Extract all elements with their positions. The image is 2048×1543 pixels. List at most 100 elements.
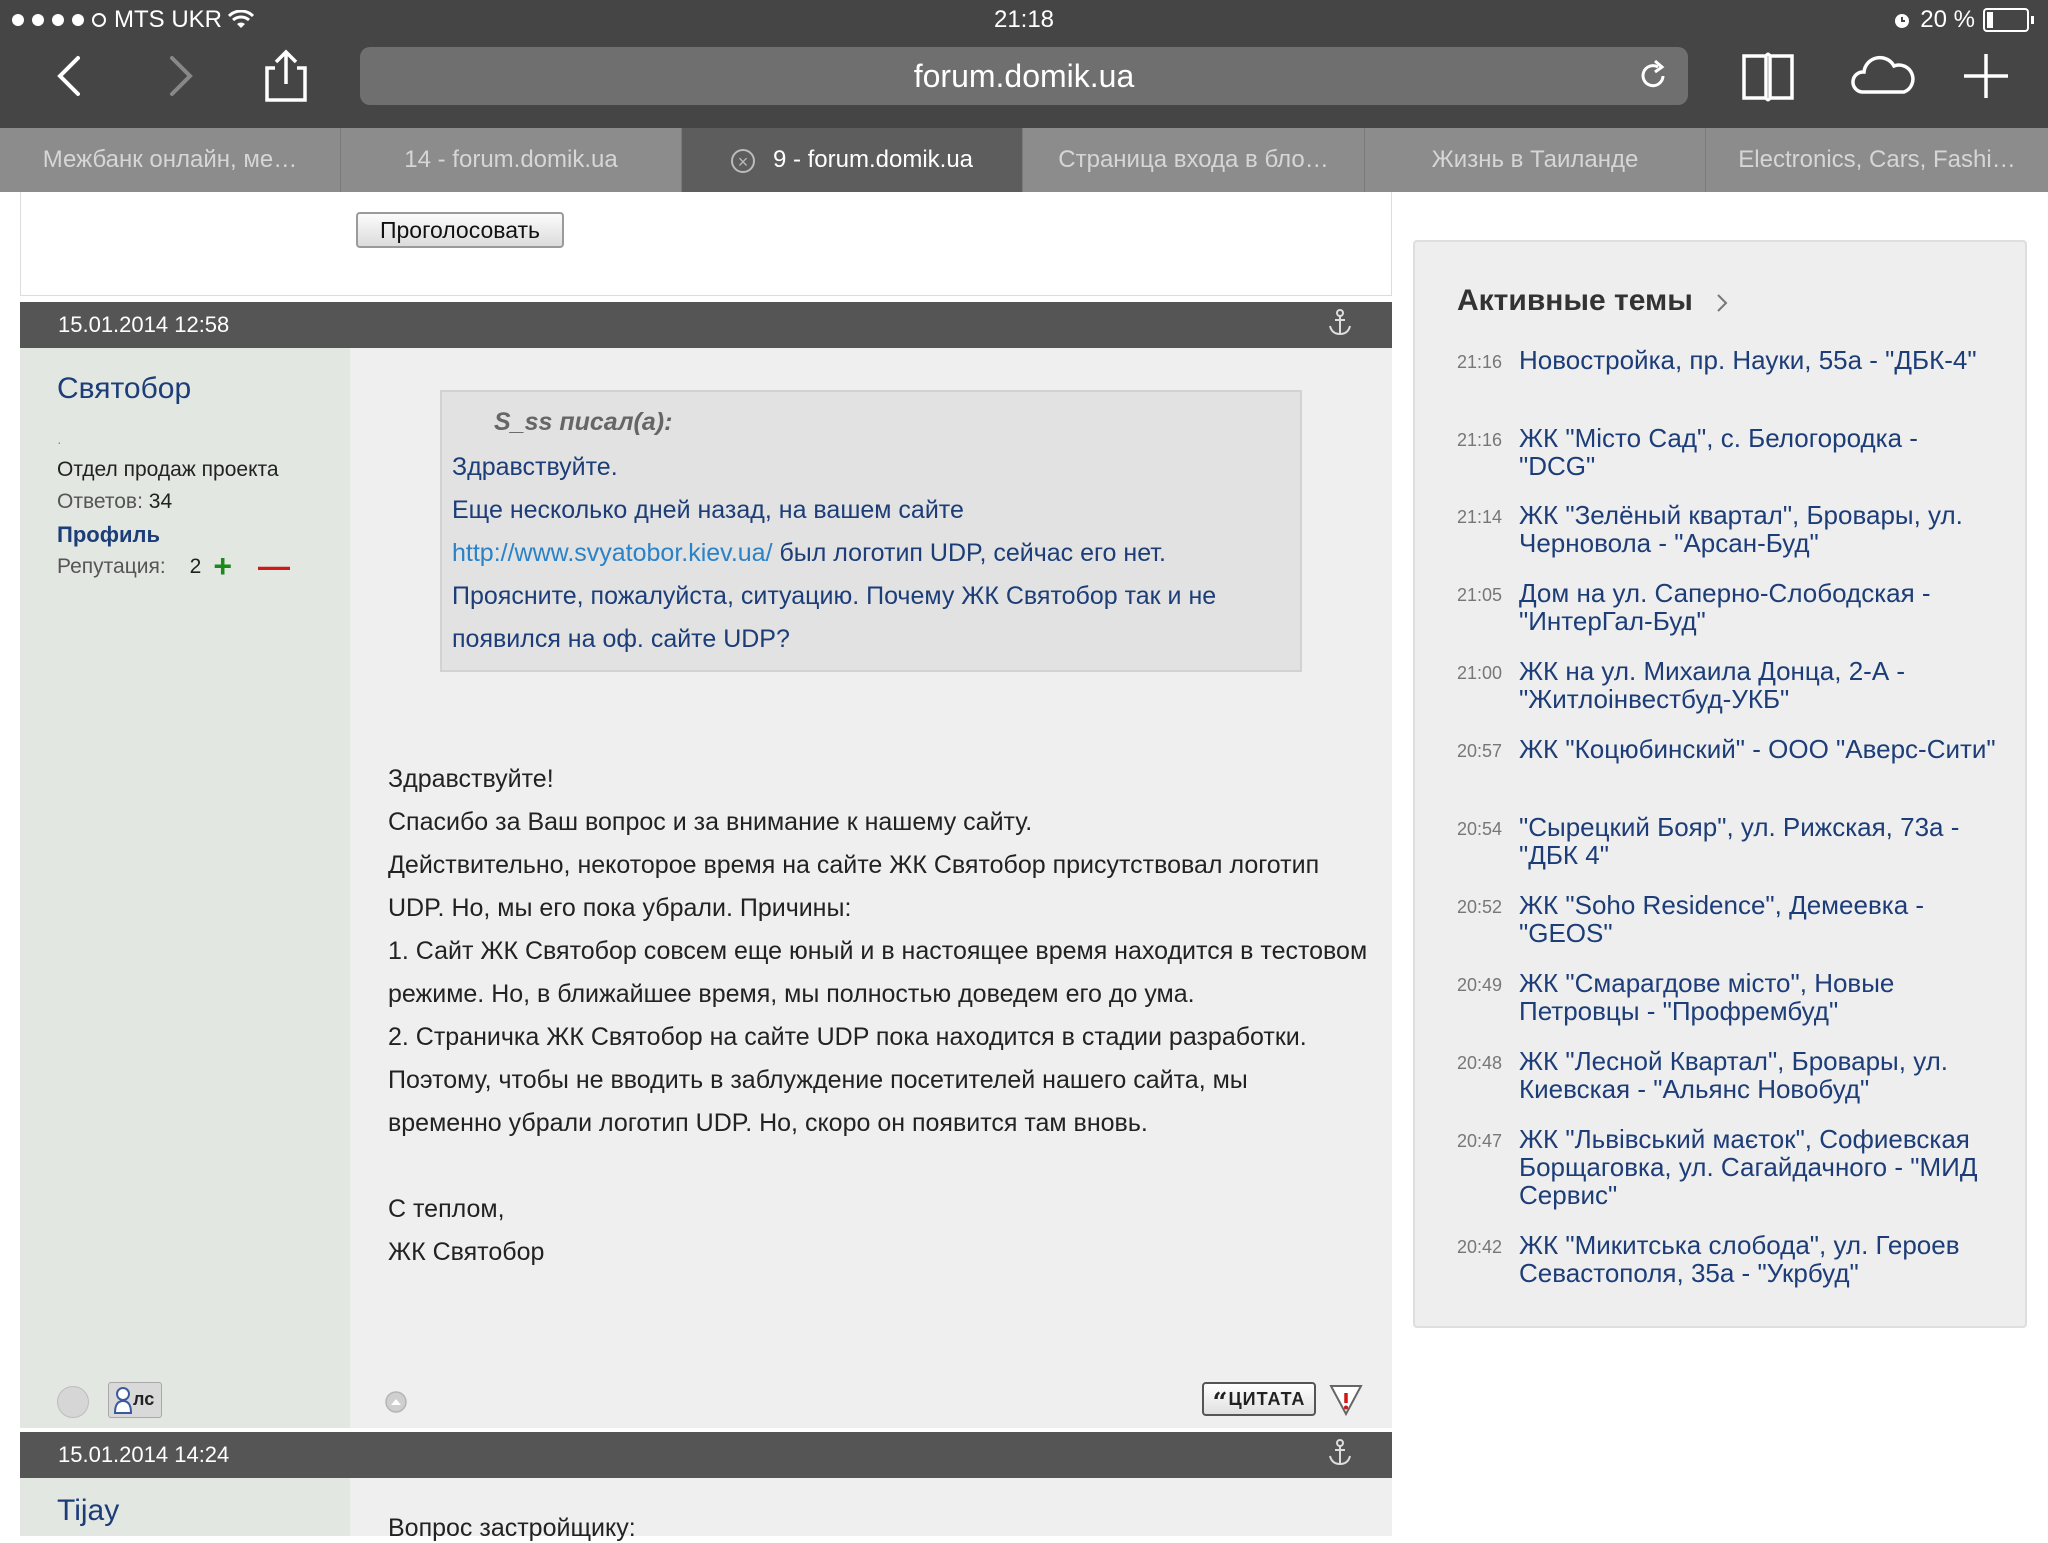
topic-title[interactable]: ЖК "Львівський маєток", Софиевская Борща… (1519, 1125, 1997, 1209)
quote-line: Еще несколько дней назад, на вашем сайте (452, 496, 964, 524)
topic-title[interactable]: Новостройка, пр. Науки, 55а - "ДБК-4" (1519, 346, 1997, 374)
tab-forum-9[interactable]: × 9 - forum.domik.ua (682, 128, 1023, 192)
active-topics-panel: Активные темы 21:16 Новостройка, пр. Нау… (1413, 240, 2027, 1328)
topic-title[interactable]: "Сырецкий Бояр", ул. Рижская, 73а - "ДБК… (1519, 813, 1997, 869)
post-author[interactable]: Tijay (57, 1494, 119, 1528)
tab-mezhbank[interactable]: Межбанк онлайн, ме… (0, 128, 341, 192)
topic-time: 20:54 (1457, 819, 1503, 839)
author-separator: · (57, 434, 62, 450)
scroll-top-icon[interactable] (384, 1390, 408, 1414)
url-text[interactable]: forum.domik.ua (360, 47, 1688, 105)
quote-button[interactable]: “ЦИТАТА (1202, 1382, 1316, 1418)
post-author[interactable]: Святобор (57, 372, 191, 406)
address-bar[interactable]: forum.domik.ua (360, 47, 1688, 105)
post-date: 15.01.2014 14:24 (58, 1442, 230, 1467)
poll-box (20, 192, 1392, 296)
close-tab-icon[interactable]: × (730, 148, 755, 173)
quote-line-rest: был логотип UDP, сейчас его нет. (772, 539, 1166, 567)
answers-label: Ответов: (57, 490, 143, 513)
topic-title[interactable]: Дом на ул. Саперно-Слободская - "ИнтерГа… (1519, 579, 1997, 635)
post-paragraph (388, 1145, 1368, 1188)
author-answers: Ответов: 34 (57, 490, 172, 514)
chevron-right-icon[interactable] (1715, 292, 1729, 314)
post-author-panel: Tijay (20, 1478, 350, 1536)
battery-percent: 20 % (1920, 6, 1975, 33)
quote-link[interactable]: http://www.svyatobor.kiev.ua/ (452, 539, 773, 567)
new-tab-icon[interactable] (1958, 48, 2014, 104)
topic-title[interactable]: ЖК "Смарагдове місто", Новые Петровцы - … (1519, 969, 1997, 1025)
report-icon[interactable] (1328, 1382, 1364, 1418)
reputation-plus-button[interactable]: + (213, 548, 232, 585)
post-body-panel: Вопрос застройщику: (350, 1478, 1392, 1542)
quote-mark-icon: “ (1212, 1388, 1229, 1418)
topic-title[interactable]: ЖК "Зелёный квартал", Бровары, ул. Черно… (1519, 501, 1997, 557)
bookmarks-icon[interactable] (1740, 48, 1796, 104)
status-bar: MTS UKR 21:18 20 % (0, 0, 2048, 40)
icloud-tabs-icon[interactable] (1848, 48, 1918, 104)
quote-line: http://www.svyatobor.kiev.ua/ был логоти… (452, 532, 1292, 575)
topic-title[interactable]: ЖК на ул. Михаила Донца, 2-А - "Житлоінв… (1519, 657, 1997, 713)
topic-time: 20:47 (1457, 1131, 1503, 1151)
post-paragraph: Действительно, некоторое время на сайте … (388, 851, 1320, 922)
vote-button[interactable]: Проголосовать (356, 212, 564, 248)
tab-forum-9-label: 9 - forum.domik.ua (772, 146, 974, 173)
post-paragraph: Спасибо за Ваш вопрос и за внимание к на… (388, 808, 1033, 836)
topic-time: 20:49 (1457, 975, 1503, 995)
post-paragraph: ЖК Святобор (388, 1238, 545, 1266)
topic-title[interactable]: ЖК "Коцюбинский" - ООО "Аверс-Сити" (1519, 735, 1997, 763)
private-message-button[interactable]: лс (108, 1382, 162, 1418)
topic-time: 20:57 (1457, 741, 1503, 761)
post-paragraph: Здравствуйте! (388, 765, 554, 793)
post-header: 15.01.2014 12:58 (20, 302, 1392, 348)
anchor-icon[interactable] (1326, 1438, 1354, 1468)
post-paragraph: 2. Страничка ЖК Святобор на сайте UDP по… (388, 1023, 1307, 1051)
private-message-label: лс (133, 1389, 155, 1409)
topic-time: 20:42 (1457, 1237, 1503, 1257)
topic-time: 21:16 (1457, 352, 1503, 372)
topic-title[interactable]: ЖК "Soho Residence", Демеевка - "GEOS" (1519, 891, 1997, 947)
author-role: Отдел продаж проекта (57, 458, 279, 481)
reputation-label: Репутация: (57, 554, 166, 578)
profile-link[interactable]: Профиль (57, 522, 160, 548)
topic-time: 20:48 (1457, 1053, 1503, 1073)
post-author-panel: Святобор · Отдел продаж проекта Ответов:… (20, 348, 350, 1428)
post-text: Здравствуйте! Спасибо за Ваш вопрос и за… (388, 758, 1368, 1274)
back-icon[interactable] (42, 48, 98, 104)
post-body-panel: S_ss писал(а): Здравствуйте. Еще несколь… (350, 348, 1392, 1428)
reputation-value: 2 (189, 554, 202, 578)
post-header: 15.01.2014 14:24 (20, 1432, 1392, 1478)
tab-thailand[interactable]: Жизнь в Таиланде (1365, 128, 1706, 192)
tab-bar: Межбанк онлайн, ме… 14 - forum.domik.ua … (0, 128, 2048, 192)
forward-icon[interactable] (152, 48, 208, 104)
quote-button-label: ЦИТАТА (1228, 1389, 1306, 1409)
status-right: 20 % (1892, 6, 2034, 34)
reload-icon[interactable] (1636, 59, 1670, 93)
answers-count: 34 (148, 490, 173, 513)
author-reputation: Репутация: 2 + — (57, 548, 290, 585)
topic-time: 21:00 (1457, 663, 1503, 683)
alarm-icon (1895, 14, 1910, 28)
tab-forum-14[interactable]: 14 - forum.domik.ua (341, 128, 682, 192)
active-topics-title[interactable]: Активные темы (1457, 284, 1693, 318)
post-paragraph: 1. Сайт ЖК Святобор совсем еще юный и в … (388, 937, 1368, 1008)
battery-icon (1983, 8, 2029, 32)
battery-cap (2031, 16, 2034, 24)
tab-electronics[interactable]: Electronics, Cars, Fashi… (1706, 128, 2048, 192)
topic-time: 20:52 (1457, 897, 1503, 917)
quote-block: S_ss писал(а): Здравствуйте. Еще несколь… (440, 390, 1302, 672)
topic-title[interactable]: ЖК "Місто Сад", с. Белогородка - "DCG" (1519, 424, 1997, 480)
quote-line: Здравствуйте. (452, 453, 618, 481)
quote-author: S_ss писал(а): (494, 408, 673, 436)
reputation-minus-button[interactable]: — (258, 548, 290, 585)
status-time: 21:18 (993, 6, 1055, 33)
topic-time: 21:14 (1457, 507, 1503, 527)
anchor-icon[interactable] (1326, 308, 1354, 338)
post-paragraph: Поэтому, чтобы не вводить в заблуждение … (388, 1066, 1248, 1137)
share-icon[interactable] (258, 48, 314, 104)
topic-title[interactable]: ЖК "Лесной Квартал", Бровары, ул. Киевск… (1519, 1047, 1997, 1103)
post-paragraph: С теплом, (388, 1195, 505, 1223)
quote-text: Здравствуйте. Еще несколько дней назад, … (452, 446, 1292, 661)
tab-blog-login[interactable]: Страница входа в бло… (1023, 128, 1365, 192)
topic-title[interactable]: ЖК "Микитська слобода", ул. Героев Севас… (1519, 1231, 1997, 1287)
topic-time: 21:05 (1457, 585, 1503, 605)
